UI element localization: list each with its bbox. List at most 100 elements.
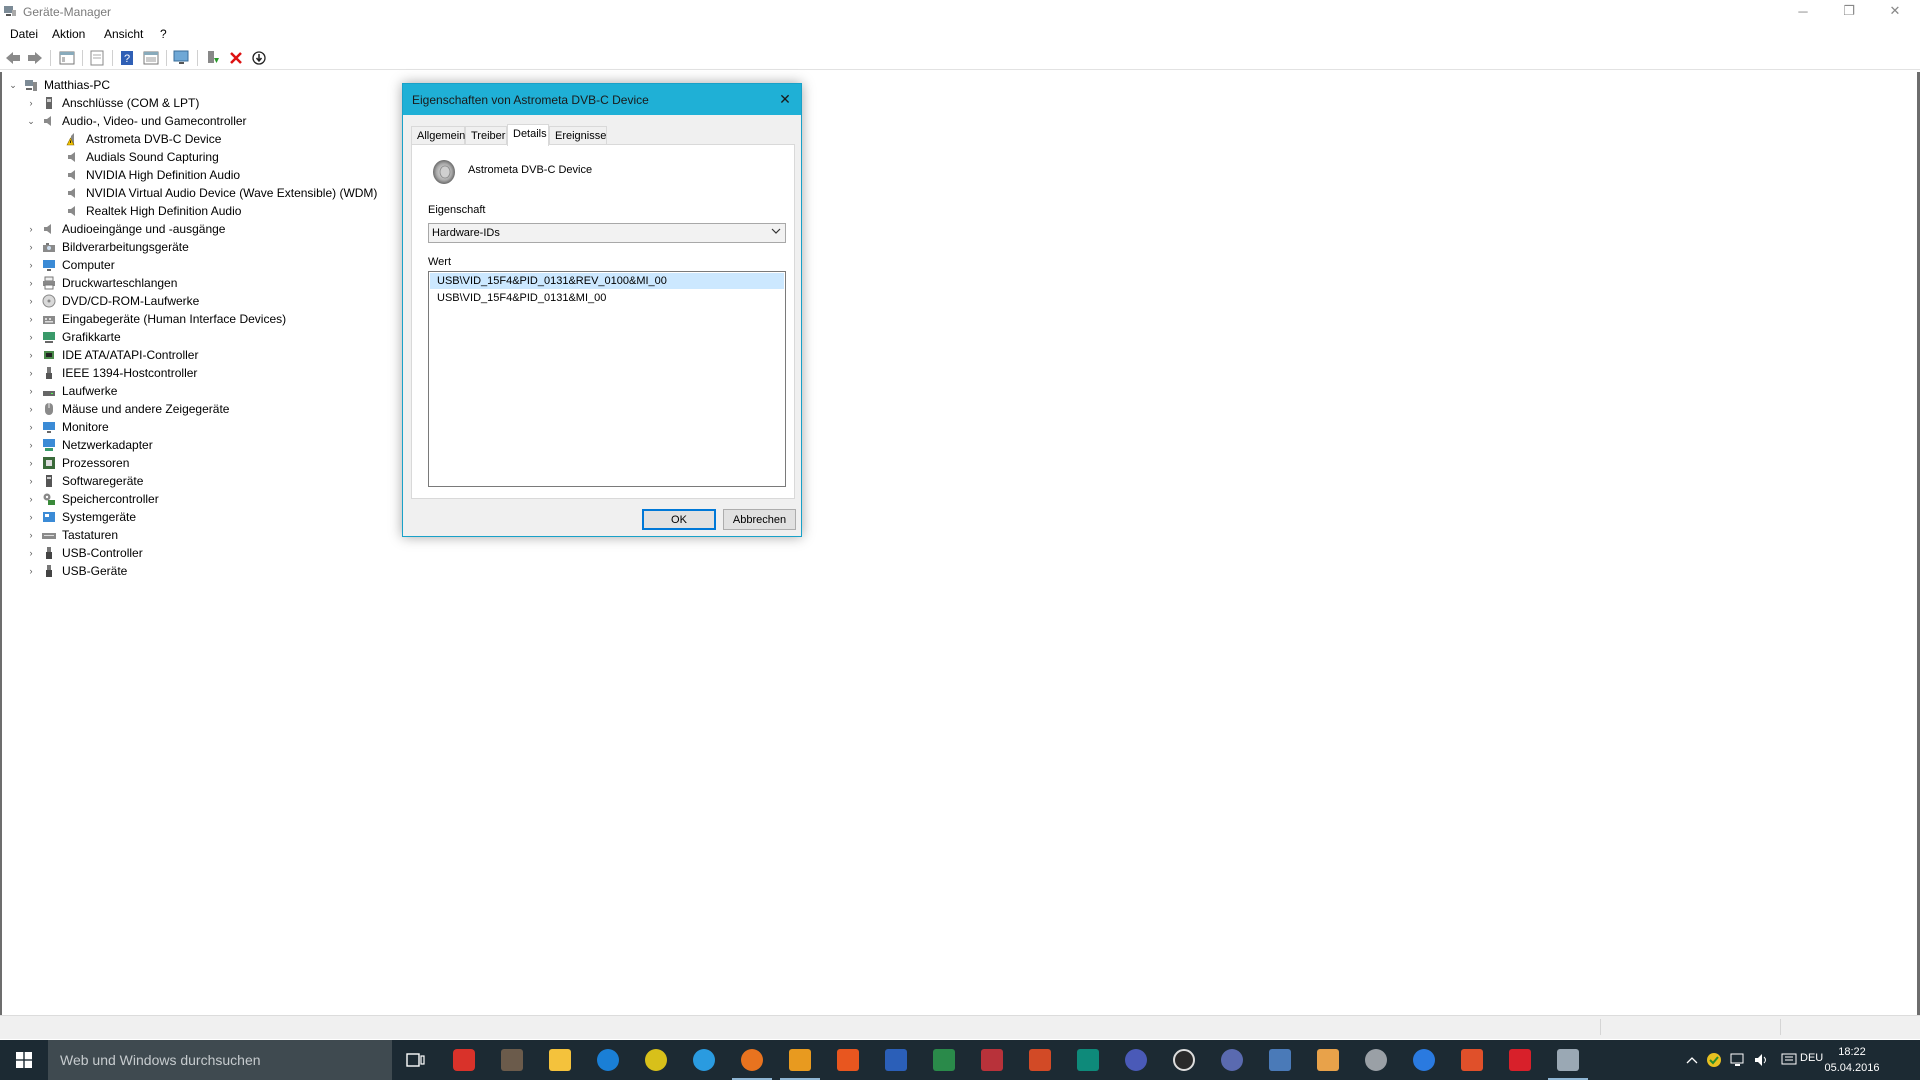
tree-category-maeuse[interactable]: › Mäuse und andere Zeigegeräte <box>26 400 230 418</box>
edge-icon[interactable] <box>584 1040 632 1080</box>
internet-explorer-icon[interactable] <box>680 1040 728 1080</box>
minimize-button[interactable]: ─ <box>1780 0 1826 22</box>
menu-help[interactable]: ? <box>160 27 167 41</box>
tree-root[interactable]: ⌄ Matthias-PC <box>8 76 110 94</box>
scan-hardware-icon[interactable] <box>173 49 191 67</box>
restore-button[interactable]: ❐ <box>1826 0 1872 22</box>
chevron-right-icon[interactable]: › <box>26 530 36 540</box>
app-blue-circle-icon[interactable] <box>1400 1040 1448 1080</box>
tree-device-nvidia-virtual[interactable]: NVIDIA Virtual Audio Device (Wave Extens… <box>66 184 377 202</box>
value-list[interactable]: USB\VID_15F4&PID_0131&REV_0100&MI_00 USB… <box>428 271 786 487</box>
tree-category-ide[interactable]: › IDE ATA/ATAPI-Controller <box>26 346 199 364</box>
tree-category-eingabegeraete[interactable]: › Eingabegeräte (Human Interface Devices… <box>26 310 287 328</box>
mail-icon[interactable] <box>824 1040 872 1080</box>
firefox-icon[interactable] <box>728 1040 776 1080</box>
outlook-icon[interactable] <box>776 1040 824 1080</box>
media-player-icon[interactable] <box>1304 1040 1352 1080</box>
chevron-right-icon[interactable]: › <box>26 98 36 108</box>
start-button[interactable] <box>0 1040 48 1080</box>
tree-device-realtek[interactable]: Realtek High Definition Audio <box>66 202 241 220</box>
security-icon[interactable] <box>1704 1040 1724 1080</box>
tree-category-usb-controller[interactable]: › USB-Controller <box>26 544 143 562</box>
app-red-wave-icon[interactable] <box>1448 1040 1496 1080</box>
access-icon[interactable] <box>968 1040 1016 1080</box>
task-view-icon[interactable] <box>392 1040 440 1080</box>
property-select[interactable]: Hardware-IDs <box>428 223 786 243</box>
chevron-right-icon[interactable]: › <box>26 242 36 252</box>
chevron-right-icon[interactable]: › <box>26 476 36 486</box>
chevron-down-icon[interactable]: ⌄ <box>26 116 36 126</box>
menu-aktion[interactable]: Aktion <box>52 27 85 41</box>
app-gear-icon[interactable] <box>1352 1040 1400 1080</box>
disable-device-icon[interactable] <box>250 49 268 67</box>
webcam-icon[interactable] <box>1112 1040 1160 1080</box>
chevron-up-icon[interactable] <box>1682 1040 1702 1080</box>
tree-category-speichercontroller[interactable]: › Speichercontroller <box>26 490 159 508</box>
chevron-down-icon[interactable]: ⌄ <box>8 80 18 90</box>
dialog-close-button[interactable]: ✕ <box>769 84 801 115</box>
tree-device-audials[interactable]: Audials Sound Capturing <box>66 148 219 166</box>
tree-category-grafikkarte[interactable]: › Grafikkarte <box>26 328 121 346</box>
close-button[interactable]: ✕ <box>1872 0 1918 22</box>
cancel-button[interactable]: Abbrechen <box>723 509 796 530</box>
tree-category-dvd[interactable]: › DVD/CD-ROM-Laufwerke <box>26 292 200 310</box>
chevron-right-icon[interactable]: › <box>26 224 36 234</box>
tab-allgemein[interactable]: Allgemein <box>411 126 465 145</box>
app-red-icon[interactable] <box>440 1040 488 1080</box>
update-driver-icon[interactable] <box>204 49 222 67</box>
menu-ansicht[interactable]: Ansicht <box>104 27 143 41</box>
chevron-right-icon[interactable]: › <box>26 440 36 450</box>
tree-category-softwaregeraete[interactable]: › Softwaregeräte <box>26 472 144 490</box>
tree-category-monitore[interactable]: › Monitore <box>26 418 109 436</box>
tree-view-icon[interactable] <box>58 49 76 67</box>
chevron-right-icon[interactable]: › <box>26 332 36 342</box>
tree-category-tastaturen[interactable]: › Tastaturen <box>26 526 119 544</box>
tree-category-anschluesse[interactable]: › Anschlüsse (COM & LPT) <box>26 94 200 112</box>
tree-category-prozessoren[interactable]: › Prozessoren <box>26 454 130 472</box>
chevron-right-icon[interactable]: › <box>26 314 36 324</box>
tree-category-netzwerkadapter[interactable]: › Netzwerkadapter <box>26 436 153 454</box>
chevron-right-icon[interactable]: › <box>26 350 36 360</box>
chevron-right-icon[interactable]: › <box>26 278 36 288</box>
chevron-right-icon[interactable]: › <box>26 566 36 576</box>
action-view-icon[interactable] <box>142 49 160 67</box>
app-tool-icon[interactable] <box>488 1040 536 1080</box>
chevron-right-icon[interactable]: › <box>26 422 36 432</box>
tree-device-astrometa[interactable]: Astrometa DVB-C Device <box>66 130 221 148</box>
chevron-right-icon[interactable]: › <box>26 386 36 396</box>
tree-category-computer[interactable]: › Computer <box>26 256 115 274</box>
back-icon[interactable] <box>4 49 22 67</box>
chevron-right-icon[interactable]: › <box>26 512 36 522</box>
tree-category-ieee1394[interactable]: › IEEE 1394-Hostcontroller <box>26 364 198 382</box>
app-yellow-icon[interactable] <box>632 1040 680 1080</box>
tree-category-laufwerke[interactable]: › Laufwerke <box>26 382 118 400</box>
help-icon[interactable]: ? <box>118 49 136 67</box>
list-item[interactable]: USB\VID_15F4&PID_0131&REV_0100&MI_00 <box>430 273 784 289</box>
powerpoint-icon[interactable] <box>1016 1040 1064 1080</box>
tree-category-audio-video[interactable]: ⌄ Audio-, Video- und Gamecontroller <box>26 112 246 130</box>
tree-category-systemgeraete[interactable]: › Systemgeräte <box>26 508 137 526</box>
publisher-icon[interactable] <box>1064 1040 1112 1080</box>
tree-device-nvidia-hda[interactable]: NVIDIA High Definition Audio <box>66 166 240 184</box>
language-label[interactable]: DEU <box>1800 1052 1823 1064</box>
volume-icon[interactable] <box>1752 1040 1772 1080</box>
chevron-right-icon[interactable]: › <box>26 368 36 378</box>
forward-icon[interactable] <box>26 49 44 67</box>
menu-datei[interactable]: Datei <box>10 27 38 41</box>
clock[interactable]: 18:22 05.04.2016 <box>1818 1044 1886 1076</box>
tab-details[interactable]: Details <box>507 124 549 146</box>
word-icon[interactable] <box>872 1040 920 1080</box>
network-icon[interactable] <box>1728 1040 1748 1080</box>
ok-button[interactable]: OK <box>642 509 716 530</box>
mp3-icon[interactable] <box>1496 1040 1544 1080</box>
chevron-right-icon[interactable]: › <box>26 458 36 468</box>
excel-icon[interactable] <box>920 1040 968 1080</box>
tab-treiber[interactable]: Treiber <box>465 126 507 145</box>
tree-category-audioeingaenge[interactable]: › Audioeingänge und -ausgänge <box>26 220 226 238</box>
file-explorer-icon[interactable] <box>536 1040 584 1080</box>
chevron-right-icon[interactable]: › <box>26 260 36 270</box>
dialog-titlebar[interactable]: Eigenschaften von Astrometa DVB-C Device… <box>403 84 801 115</box>
steam-icon[interactable] <box>1256 1040 1304 1080</box>
chevron-right-icon[interactable]: › <box>26 404 36 414</box>
chevron-right-icon[interactable]: › <box>26 296 36 306</box>
